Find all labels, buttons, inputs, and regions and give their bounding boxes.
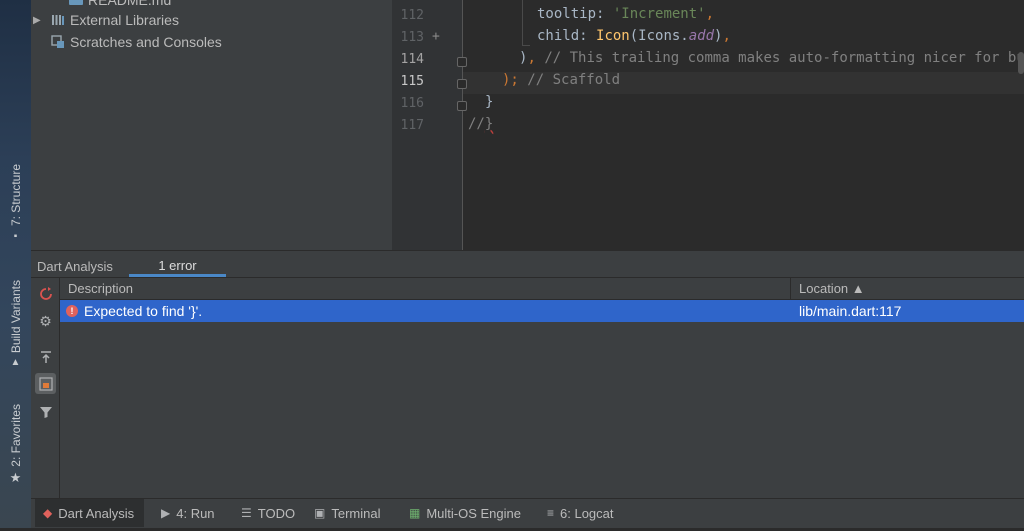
bottom-tab-todo[interactable]: ☰ TODO [241,499,295,527]
tree-item-label: Scratches and Consoles [70,34,222,50]
refresh-button[interactable] [35,283,56,304]
code-line-112: tooltip: 'Increment', [537,6,715,22]
bottom-tab-label: Multi-OS Engine [426,505,521,521]
build-variants-tab-label: Build Variants [8,279,23,354]
error-icon: ! [66,305,78,317]
line-number: 112 [400,8,424,23]
tool-window-header: Dart Analysis 1 error [31,250,1024,278]
code-editor[interactable]: 112 113 114 115 116 117 + tooltip: 'Incr… [392,0,1024,250]
line-number: 116 [400,96,424,111]
bottom-tab-label: 4: Run [176,505,215,521]
table-header: Description Location ▲ [60,278,1024,300]
structure-tab-label: 7: Structure [8,164,23,227]
active-tab-indicator [129,274,226,277]
filter-icon [39,406,52,418]
dart-analysis-tool-window: Dart Analysis 1 error ⚙ Description Loca… [31,250,1024,498]
left-tool-strip: 7: Structure ▪ Build Variants ▲ 2: Favor… [0,0,31,531]
group-by-file-toggle[interactable] [35,373,56,394]
group-icon [38,376,53,391]
logcat-icon: ≡ [547,506,555,520]
editor-scrollbar[interactable] [1018,52,1024,74]
fold-marker-icon[interactable] [457,79,467,89]
tree-item-label: README.md [88,0,172,8]
tree-item-label: External Libraries [70,12,179,28]
tool-window-toolbar: ⚙ [31,278,60,498]
gutter-divider [462,0,463,250]
tool-window-title: Dart Analysis [37,259,113,274]
error-description: Expected to find '}'. [84,303,203,319]
code-line-116: } [485,94,494,110]
dart-analysis-icon: ◆ [43,506,53,520]
bottom-tab-dart-analysis[interactable]: ◆ Dart Analysis [35,499,145,527]
structure-tab[interactable]: 7: Structure ▪ [0,158,31,248]
code-line-114: ), // This trailing comma makes auto-for… [519,50,1024,66]
bottom-tab-label: TODO [257,505,296,521]
line-number: 115 [400,74,424,89]
terminal-icon: ▣ [314,506,326,520]
bottom-tab-label: Terminal [331,505,381,521]
gear-icon: ⚙ [39,313,52,329]
tree-item-external-libraries[interactable]: ▶ External Libraries [33,9,179,31]
fold-marker-icon[interactable] [457,57,467,67]
export-icon [40,350,51,363]
favorites-tab[interactable]: 2: Favorites ★ [0,398,31,492]
engine-icon: ▦ [409,506,421,520]
filter-button[interactable] [35,401,56,422]
bottom-tab-multi-os-engine[interactable]: ▦ Multi-OS Engine [409,499,521,527]
bottom-tab-label: Dart Analysis [58,505,135,521]
fold-marker-icon[interactable] [457,101,467,111]
line-number: 117 [400,118,424,133]
structure-icon: ▪ [13,230,18,242]
tree-item-scratches[interactable]: Scratches and Consoles [51,31,222,53]
refresh-icon [39,286,52,300]
markdown-file-icon [69,0,83,7]
line-number: 113 [400,30,424,45]
android-icon: ▲ [10,357,21,369]
indent-guide [522,0,523,46]
code-line-113: child: Icon(Icons.add), [537,28,731,44]
play-icon: ▶ [161,506,171,520]
expand-arrow-icon[interactable]: ▶ [33,15,45,26]
star-icon: ★ [9,470,22,486]
project-tree-panel: README.md ▶ External Libraries Scratches… [31,0,392,250]
library-icon [51,13,65,27]
build-variants-tab[interactable]: Build Variants ▲ [0,272,31,376]
bottom-tab-logcat[interactable]: ≡ 6: Logcat [547,499,614,527]
scratches-icon [51,35,65,49]
table-row[interactable]: ! Expected to find '}'. lib/main.dart:11… [60,300,1024,322]
bottom-tab-label: 6: Logcat [560,505,614,521]
line-number: 114 [400,52,424,67]
export-button[interactable] [35,346,56,367]
bottom-tool-bar: ◆ Dart Analysis ▶ 4: Run ☰ TODO ▣ Termin… [31,498,1024,531]
settings-button[interactable]: ⚙ [35,311,56,332]
code-line-115: ); // Scaffold [502,72,621,88]
favorites-tab-label: 2: Favorites [8,403,23,467]
column-divider[interactable] [790,278,791,300]
column-header-description[interactable]: Description [68,281,133,296]
indent-guide [522,45,530,46]
bottom-tab-run[interactable]: ▶ 4: Run [161,499,215,527]
code-line-117: //} [468,116,494,132]
list-icon: ☰ [241,506,252,520]
add-line-marker-icon[interactable]: + [432,29,440,44]
analysis-table: Description Location ▲ ! Expected to fin… [60,278,1024,498]
column-header-location[interactable]: Location ▲ [799,281,865,296]
error-location[interactable]: lib/main.dart:117 [799,303,901,319]
tab-errors-label: 1 error [158,257,197,273]
bottom-tab-terminal[interactable]: ▣ Terminal [314,499,380,527]
